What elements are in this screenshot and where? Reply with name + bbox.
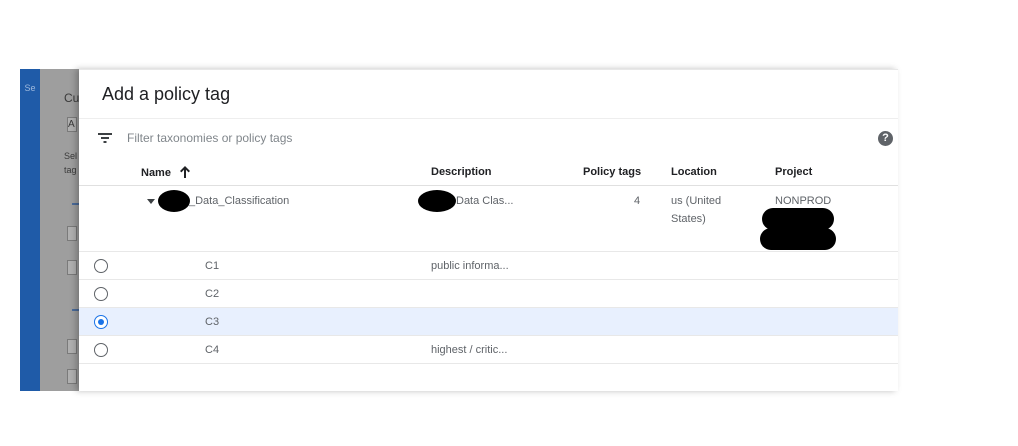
redaction-mark: [418, 190, 456, 212]
redaction-mark: [158, 190, 190, 212]
add-policy-tag-dialog: Add a policy tag ? Name Description Poli…: [79, 69, 898, 391]
column-header-description: Description: [431, 166, 492, 178]
taxonomy-policy-tag-count: 4: [634, 195, 641, 207]
filter-icon[interactable]: [98, 132, 112, 144]
taxonomy-name: _Data_Classification: [189, 195, 290, 207]
table-header: Name Description Policy tags Location Pr…: [79, 158, 898, 186]
policy-tag-name: C3: [205, 316, 220, 328]
taxonomy-project: NONPROD: [775, 195, 832, 207]
policy-tag-radio[interactable]: [94, 315, 108, 329]
background-text: Sel: [64, 151, 78, 161]
background-nav: Se: [20, 69, 40, 391]
policy-tag-row[interactable]: C4 highest / critic...: [79, 336, 898, 364]
policy-tag-row[interactable]: C1 public informa...: [79, 252, 898, 280]
policy-tag-row-selected[interactable]: C3: [79, 308, 898, 336]
taxonomy-row[interactable]: _Data_Classification Data Clas... 4 us (…: [79, 186, 898, 252]
policy-tag-name: C1: [205, 260, 220, 272]
arrow-up-icon[interactable]: [180, 166, 191, 178]
help-icon[interactable]: ?: [878, 131, 893, 146]
policy-tag-name: C2: [205, 288, 220, 300]
policy-tag-description: highest / critic...: [431, 344, 508, 356]
taxonomy-location: us (United: [671, 195, 722, 207]
filter-bar: ?: [79, 118, 898, 158]
column-header-location: Location: [671, 166, 717, 178]
background-field: [67, 369, 77, 384]
filter-input[interactable]: [127, 131, 627, 145]
background-field: [67, 226, 77, 241]
background-nav-label: Se: [24, 83, 36, 93]
policy-tag-radio[interactable]: [94, 343, 108, 357]
background-divider: [72, 309, 79, 311]
column-header-name[interactable]: Name: [141, 166, 191, 179]
taxonomy-location: States): [671, 213, 706, 225]
column-header-project: Project: [775, 166, 813, 178]
background-text: A: [68, 119, 75, 130]
dialog-title: Add a policy tag: [102, 84, 231, 104]
background-field: [67, 339, 77, 354]
column-header-label: Name: [141, 167, 171, 179]
background-field: [67, 260, 77, 275]
policy-tag-radio[interactable]: [94, 259, 108, 273]
column-header-policy-tags: Policy tags: [583, 166, 642, 178]
background-divider: [72, 203, 79, 205]
policy-tag-row[interactable]: C2: [79, 280, 898, 308]
policy-tag-name: C4: [205, 344, 220, 356]
policy-tag-radio[interactable]: [94, 287, 108, 301]
background-text: tag: [64, 165, 77, 175]
caret-down-icon[interactable]: [147, 199, 155, 204]
policy-tag-description: public informa...: [431, 260, 509, 272]
redaction-mark: [760, 228, 836, 250]
background-text: Cu: [64, 91, 79, 105]
taxonomy-description: Data Clas...: [456, 195, 514, 207]
background-panel: Cu A Sel tag: [40, 69, 79, 391]
redaction-mark: [762, 208, 834, 230]
